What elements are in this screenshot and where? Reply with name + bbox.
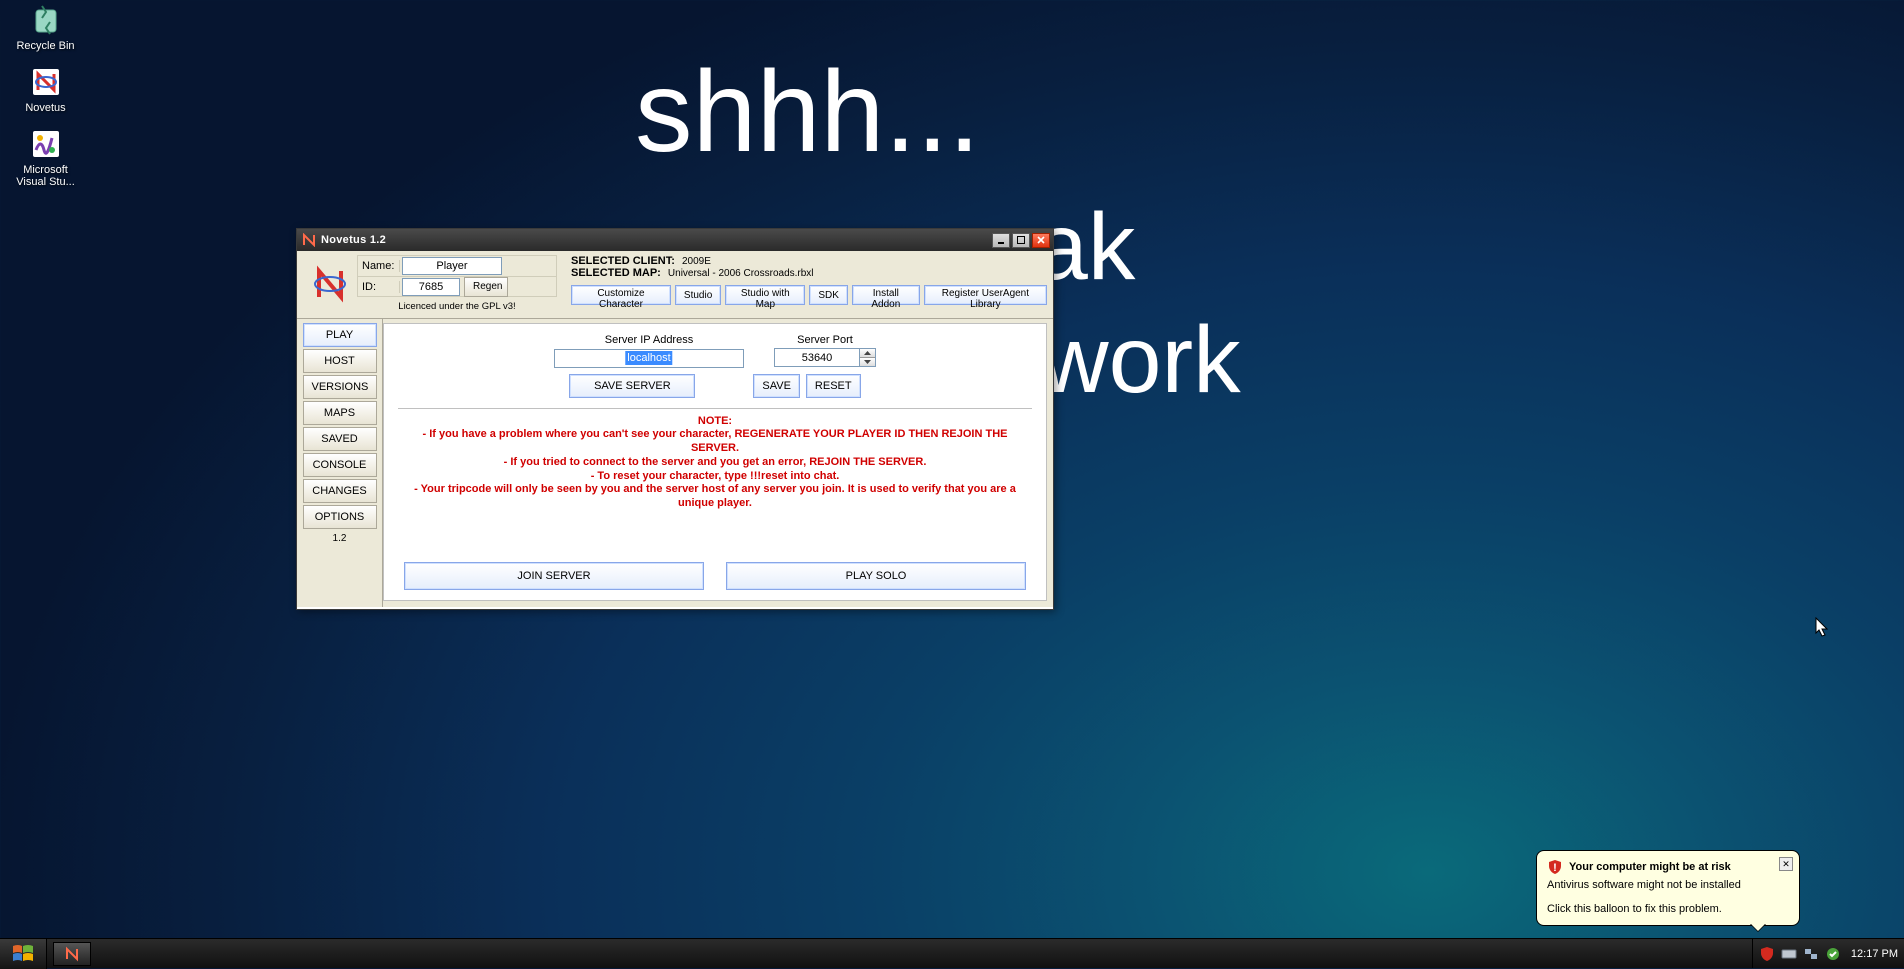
desktop-icons: Recycle Bin Novetus Microsoft Visual Stu… [0,0,83,202]
join-server-button[interactable]: JOIN SERVER [404,562,704,590]
novetus-icon[interactable]: Novetus [8,66,83,114]
tray-keyboard-icon[interactable] [1781,946,1797,962]
svg-text:!: ! [1553,862,1557,874]
visual-studio-glyph [30,128,62,160]
selected-map-label: SELECTED MAP: [571,267,661,279]
name-input[interactable] [402,257,502,275]
start-flag-icon [11,944,35,964]
selected-client-row: SELECTED CLIENT: 2009E [571,255,1047,267]
top-panel: Name: ID: Regen Licenced under the GPL v… [297,251,1053,319]
reset-button[interactable]: RESET [806,374,861,398]
novetus-window: Novetus 1.2 Name: ID: Regen Lice [296,228,1054,610]
customize-character-button[interactable]: Customize Character [571,285,671,305]
options-tab[interactable]: OPTIONS [303,505,377,529]
maps-tab[interactable]: MAPS [303,401,377,425]
selected-client-value: 2009E [678,256,711,267]
note-line3: - To reset your character, type !!!reset… [398,470,1032,484]
note-line2: - If you tried to connect to the server … [398,456,1032,470]
taskbar-novetus-button[interactable] [53,942,91,966]
host-tab[interactable]: HOST [303,349,377,373]
taskbar: 12:17 PM [0,938,1904,968]
studio-with-map-button[interactable]: Studio with Map [725,285,805,305]
shield-warning-icon: ! [1547,859,1563,875]
tray-safely-remove-icon[interactable] [1825,946,1841,962]
divider [398,408,1032,409]
titlebar[interactable]: Novetus 1.2 [297,229,1053,251]
app-logo [303,255,357,312]
console-tab[interactable]: CONSOLE [303,453,377,477]
server-port-input[interactable] [774,348,860,367]
note-line1: - If you have a problem where you can't … [398,428,1032,456]
register-useragent-button[interactable]: Register UserAgent Library [924,285,1047,305]
novetus-glyph [30,66,62,98]
tray-network-icon[interactable] [1803,946,1819,962]
selected-client-label: SELECTED CLIENT: [571,255,675,267]
sdk-button[interactable]: SDK [809,285,848,305]
name-label: Name: [358,260,400,272]
selected-map-value: Universal - 2006 Crossroads.rbxl [664,268,814,279]
desktop-icon-label: Recycle Bin [8,40,83,52]
server-ip-input[interactable] [554,349,744,368]
balloon-line1: Antivirus software might not be installe… [1547,879,1789,891]
desktop-icon-label: Novetus [8,102,83,114]
balloon-title: Your computer might be at risk [1569,861,1731,873]
start-button[interactable] [0,939,47,969]
play-solo-button[interactable]: PLAY SOLO [726,562,1026,590]
note-block: NOTE: - If you have a problem where you … [398,415,1032,511]
balloon-line2: Click this balloon to fix this problem. [1547,903,1789,915]
taskbar-clock[interactable]: 12:17 PM [1851,948,1898,960]
recycle-bin-glyph [30,4,62,36]
changes-tab[interactable]: CHANGES [303,479,377,503]
cursor-icon [1810,617,1830,641]
visual-studio-icon[interactable]: Microsoft Visual Stu... [8,128,83,188]
close-button[interactable] [1032,233,1050,248]
versions-tab[interactable]: VERSIONS [303,375,377,399]
desktop-icon-label: Microsoft Visual Stu... [8,164,83,188]
port-spin-up[interactable] [860,349,875,358]
port-spin-down[interactable] [860,358,875,366]
security-balloon[interactable]: ✕ ! Your computer might be at risk Antiv… [1536,850,1800,926]
sidebar-version: 1.2 [333,533,347,544]
save-button[interactable]: SAVE [753,374,800,398]
save-server-button[interactable]: SAVE SERVER [569,374,695,398]
recycle-bin-icon[interactable]: Recycle Bin [8,4,83,52]
play-tab[interactable]: PLAY [303,323,377,347]
server-ip-label: Server IP Address [554,334,744,346]
wallpaper-line1: shhh... [635,55,1241,170]
id-label: ID: [358,281,400,293]
window-title: Novetus 1.2 [321,234,992,246]
minimize-button[interactable] [992,233,1010,248]
balloon-close-button[interactable]: ✕ [1779,857,1793,871]
studio-button[interactable]: Studio [675,285,721,305]
id-input[interactable] [402,278,460,296]
titlebar-app-icon [302,233,316,247]
novetus-task-icon [64,946,80,962]
note-heading: NOTE: [398,415,1032,429]
note-line4: - Your tripcode will only be seen by you… [398,483,1032,511]
server-port-label: Server Port [774,334,876,346]
install-addon-button[interactable]: Install Addon [852,285,920,305]
saved-tab[interactable]: SAVED [303,427,377,451]
main-panel: Server IP Address localhost Server Port [383,323,1047,601]
regen-button[interactable]: Regen [464,277,508,297]
system-tray: 12:17 PM [1752,939,1904,968]
license-text: Licenced under the GPL v3! [357,297,557,312]
selected-map-row: SELECTED MAP: Universal - 2006 Crossroad… [571,267,1047,279]
maximize-button[interactable] [1012,233,1030,248]
sidebar: PLAY HOST VERSIONS MAPS SAVED CONSOLE CH… [297,319,383,607]
tray-security-icon[interactable] [1759,946,1775,962]
